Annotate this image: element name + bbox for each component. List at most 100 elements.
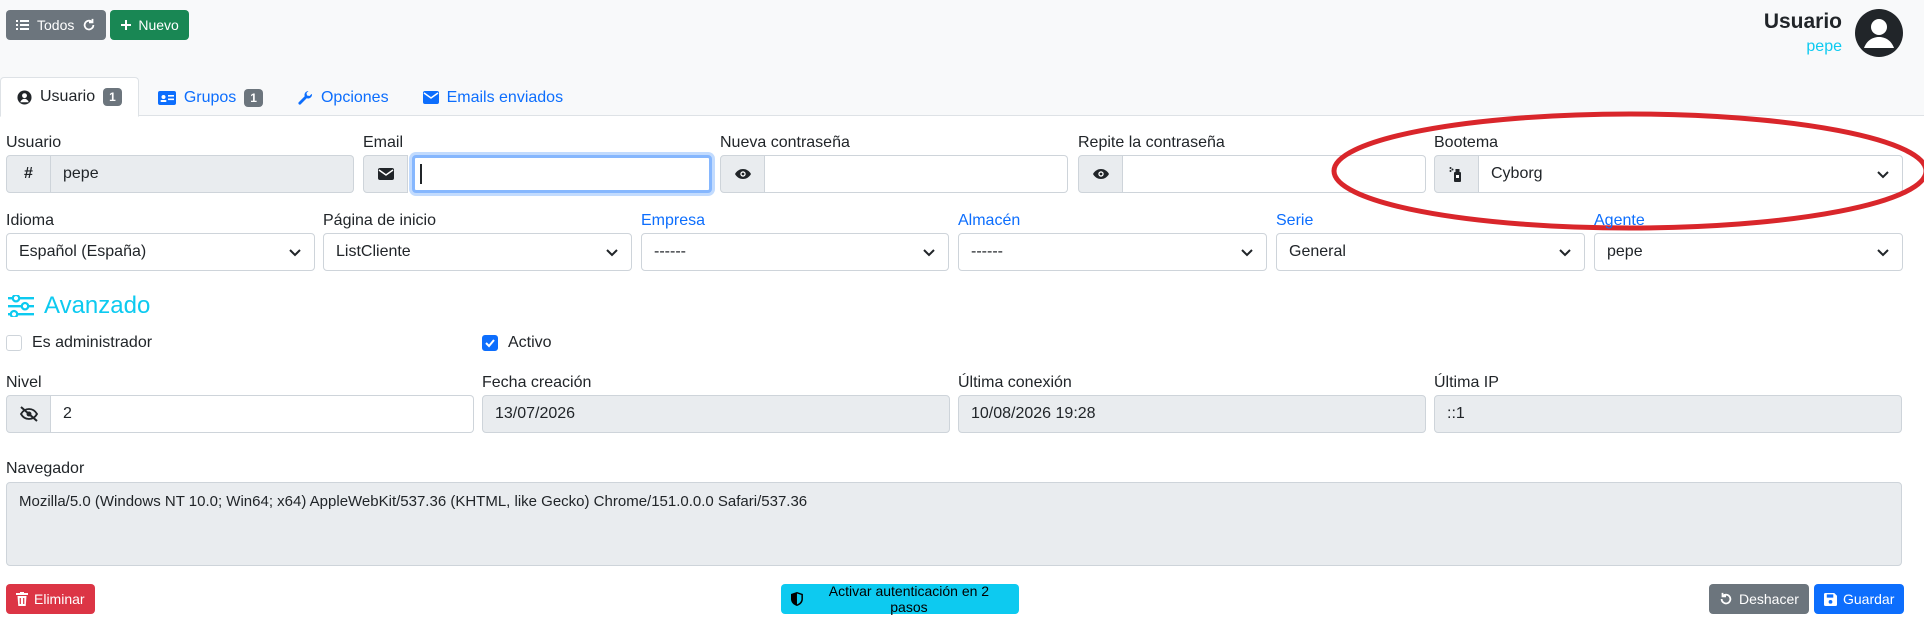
almacen-select[interactable]: ------	[958, 233, 1267, 271]
tab-grupos-badge: 1	[244, 88, 263, 107]
wrench-icon	[298, 90, 312, 105]
user-circle-icon	[17, 89, 32, 105]
active-checkbox[interactable]	[482, 335, 498, 351]
idioma-select[interactable]: Español (España)	[6, 233, 315, 271]
new-password-input[interactable]	[765, 155, 1068, 193]
tab-grupos-label: Grupos	[183, 88, 237, 106]
tab-opciones[interactable]: Opciones	[280, 77, 406, 117]
envelope-icon	[422, 91, 439, 104]
idioma-value: Español (España)	[19, 243, 147, 260]
repeat-password-label: Repite la contraseña	[1078, 134, 1225, 151]
eye-icon	[1092, 169, 1109, 179]
id-card-icon	[157, 90, 176, 105]
hash-icon: #	[6, 155, 51, 193]
chevron-down-icon	[1559, 249, 1571, 257]
idioma-label: Idioma	[6, 212, 55, 229]
is-admin-checkbox[interactable]	[6, 335, 22, 351]
refresh-icon[interactable]	[82, 18, 96, 32]
nivel-input[interactable]: 2	[51, 395, 474, 433]
trash-icon	[16, 592, 28, 606]
user-avatar-icon[interactable]	[1854, 8, 1904, 58]
all-button[interactable]: Todos	[6, 10, 107, 40]
chevron-down-icon	[1241, 249, 1253, 257]
agente-label[interactable]: Agente	[1594, 212, 1645, 230]
email-group	[363, 155, 712, 193]
usuario-group: # pepe	[6, 155, 354, 193]
nivel-group: 2	[6, 395, 474, 433]
show-repeat-password-button[interactable]	[1078, 155, 1123, 193]
tab-bar: Usuario 1 Grupos 1 Opciones Emails envia…	[0, 77, 580, 117]
ultima-conexion-label: Última conexión	[958, 374, 1072, 391]
chevron-down-icon	[923, 249, 935, 257]
serie-value: General	[1289, 243, 1346, 260]
tab-grupos[interactable]: Grupos 1	[139, 77, 280, 117]
empresa-label[interactable]: Empresa	[641, 212, 705, 230]
chevron-down-icon	[1877, 249, 1889, 257]
eye-icon	[734, 169, 751, 179]
page-title: Usuario	[1763, 10, 1842, 33]
ultima-conexion-field: 10/08/2026 19:28	[958, 395, 1426, 433]
pagina-inicio-select[interactable]: ListCliente	[323, 233, 632, 271]
ultima-ip-field: ::1	[1434, 395, 1902, 433]
email-label: Email	[363, 134, 404, 151]
ultima-ip-label: Última IP	[1434, 374, 1499, 391]
navegador-label: Navegador	[6, 460, 85, 477]
serie-select[interactable]: General	[1276, 233, 1585, 271]
shield-icon	[791, 592, 803, 606]
fecha-creacion-label: Fecha creación	[482, 374, 592, 391]
spray-addon	[1434, 155, 1479, 193]
tab-usuario-badge: 1	[103, 88, 122, 106]
undo-icon	[1720, 592, 1732, 605]
check-icon	[485, 339, 495, 348]
tab-emails-enviados-label: Emails enviados	[446, 88, 564, 106]
toolbar: Todos Nuevo	[6, 10, 189, 40]
new-button-label: Nuevo	[138, 17, 179, 33]
navegador-textarea[interactable]: Mozilla/5.0 (Windows NT 10.0; Win64; x64…	[6, 482, 1902, 566]
chevron-down-icon	[606, 249, 618, 257]
envelope-addon	[363, 155, 408, 193]
active-label: Activo	[508, 334, 552, 351]
bootema-select[interactable]: Cyborg	[1479, 155, 1903, 193]
repeat-password-input[interactable]	[1123, 155, 1426, 193]
tab-opciones-label: Opciones	[320, 88, 389, 106]
envelope-icon	[377, 168, 394, 180]
twofa-button[interactable]: Activar autenticación en 2 pasos	[781, 583, 1019, 615]
bootema-value: Cyborg	[1491, 165, 1543, 182]
save-button-label: Guardar	[1843, 591, 1895, 607]
chevron-down-icon	[1877, 171, 1889, 179]
delete-button[interactable]: Eliminar	[6, 584, 95, 614]
undo-button[interactable]: Deshacer	[1709, 584, 1809, 614]
plus-icon	[121, 20, 132, 30]
almacen-label[interactable]: Almacén	[958, 212, 1020, 230]
advanced-section-title: Avanzado	[8, 292, 150, 320]
pagina-inicio-value: ListCliente	[336, 243, 411, 260]
usuario-field: pepe	[51, 155, 354, 193]
email-input[interactable]	[412, 155, 712, 193]
empresa-select[interactable]: ------	[641, 233, 949, 271]
bootema-label: Bootema	[1434, 134, 1499, 151]
nivel-label: Nivel	[6, 374, 42, 391]
advanced-title: Avanzado	[44, 292, 151, 319]
almacen-value: ------	[971, 243, 1003, 260]
tab-usuario-label: Usuario	[40, 88, 96, 105]
show-password-button[interactable]	[720, 155, 765, 193]
active-checkbox-row: Activo	[482, 334, 552, 352]
new-password-label: Nueva contraseña	[720, 134, 850, 151]
tab-emails-enviados[interactable]: Emails enviados	[406, 77, 581, 117]
bootema-group: Cyborg	[1434, 155, 1903, 193]
delete-button-label: Eliminar	[34, 591, 85, 607]
agente-select[interactable]: pepe	[1594, 233, 1903, 271]
pagina-inicio-label: Página de inicio	[323, 212, 436, 229]
undo-button-label: Deshacer	[1739, 591, 1799, 607]
spray-icon	[1449, 167, 1461, 182]
new-button[interactable]: Nuevo	[110, 10, 189, 40]
eye-slash-icon	[19, 406, 38, 422]
usuario-label: Usuario	[6, 134, 62, 151]
all-button-label: Todos	[37, 17, 75, 33]
chevron-down-icon	[289, 249, 301, 257]
save-button[interactable]: Guardar	[1814, 584, 1905, 614]
fecha-creacion-field: 13/07/2026	[482, 395, 950, 433]
tab-usuario[interactable]: Usuario 1	[0, 77, 139, 117]
list-icon	[16, 20, 29, 30]
serie-label[interactable]: Serie	[1276, 212, 1313, 230]
